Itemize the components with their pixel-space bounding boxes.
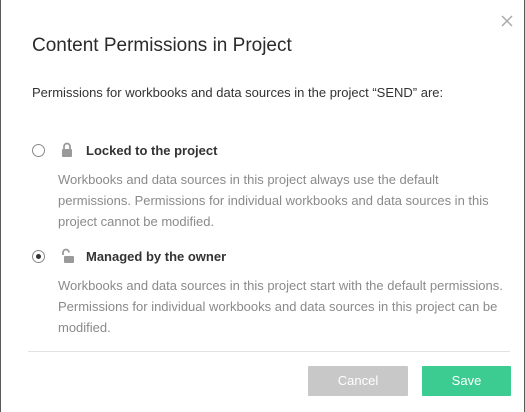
option-locked-label[interactable]: Locked to the project [86,143,217,158]
option-managed-description: Workbooks and data sources in this proje… [58,278,503,335]
permissions-dialog: Content Permissions in Project Permissio… [0,0,525,412]
cancel-button[interactable]: Cancel [308,366,408,396]
lock-open-icon [62,248,74,263]
dialog-intro-text: Permissions for workbooks and data sourc… [32,85,444,100]
option-locked-description: Workbooks and data sources in this proje… [58,172,489,229]
dialog-title: Content Permissions in Project [32,35,292,56]
option-managed-label[interactable]: Managed by the owner [86,249,226,264]
close-icon[interactable] [500,14,514,28]
lock-closed-icon [62,142,72,157]
radio-locked[interactable] [32,143,45,157]
footer-divider [28,351,510,352]
radio-managed[interactable] [32,249,45,263]
option-locked: Locked to the project [32,141,217,159]
save-button[interactable]: Save [422,366,511,396]
option-managed: Managed by the owner [32,247,226,265]
